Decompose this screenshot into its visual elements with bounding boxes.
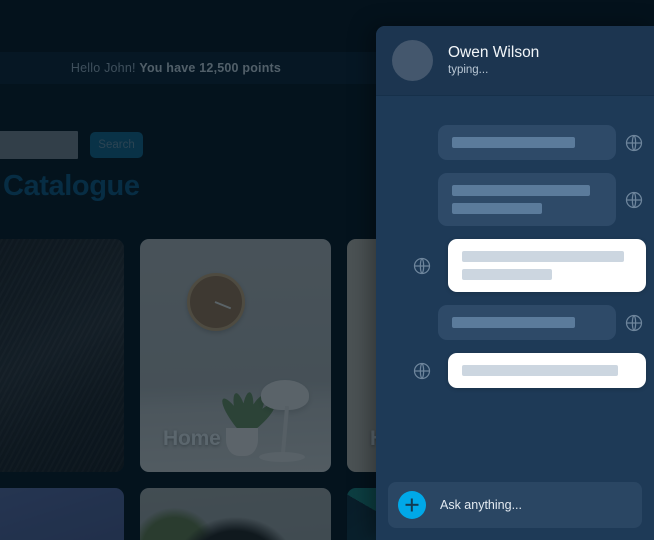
lamp-decor	[259, 452, 305, 462]
greeting-points: You have 12,500 points	[139, 61, 282, 75]
skeleton-line	[462, 251, 624, 262]
globe-icon[interactable]	[624, 313, 644, 333]
chat-bubble[interactable]	[438, 173, 616, 226]
chat-bubble[interactable]	[438, 125, 616, 160]
skeleton-line	[452, 185, 590, 196]
chat-bubble[interactable]	[448, 239, 646, 292]
pot-decor	[226, 428, 258, 456]
chat-message-row	[386, 353, 646, 388]
globe-icon[interactable]	[412, 256, 432, 276]
globe-icon[interactable]	[624, 190, 644, 210]
card-image-row2-2	[140, 488, 331, 540]
card-row2-1[interactable]	[0, 488, 124, 540]
skeleton-line	[462, 269, 552, 280]
avatar[interactable]	[392, 40, 433, 81]
chat-input[interactable]	[438, 497, 632, 513]
card-image-row2-1	[0, 488, 124, 540]
card-apparel[interactable]	[0, 239, 124, 472]
skeleton-line	[462, 365, 618, 376]
clock-decor	[187, 273, 245, 331]
greeting-prefix: Hello John!	[70, 61, 140, 75]
globe-icon[interactable]	[412, 361, 432, 381]
typing-status: typing...	[448, 63, 489, 76]
card-label: Home	[163, 427, 221, 450]
chat-message-row	[386, 305, 644, 340]
chat-message-list[interactable]	[376, 97, 654, 480]
skeleton-line	[452, 137, 575, 148]
skeleton-line	[452, 203, 542, 214]
chat-header: Owen Wilson typing...	[376, 26, 654, 96]
chat-panel: Owen Wilson typing...	[376, 26, 654, 540]
skeleton-line	[452, 317, 575, 328]
card-home[interactable]: Home	[140, 239, 331, 472]
chat-composer	[388, 482, 642, 528]
card-row2-2[interactable]	[140, 488, 331, 540]
chat-message-row	[386, 173, 644, 226]
app-root: Hello John! You have 12,500 points Searc…	[0, 0, 654, 540]
globe-icon[interactable]	[624, 133, 644, 153]
chat-message-row	[386, 239, 646, 292]
chat-bubble[interactable]	[448, 353, 646, 388]
add-attachment-button[interactable]	[398, 491, 426, 519]
search-row: Search	[0, 131, 143, 159]
search-button[interactable]: Search	[90, 132, 143, 158]
search-input[interactable]	[0, 131, 78, 159]
chat-message-row	[386, 125, 644, 160]
greeting-text: Hello John! You have 12,500 points	[71, 61, 281, 75]
chat-header-text: Owen Wilson typing...	[448, 44, 539, 78]
lamp-decor	[280, 405, 290, 455]
card-image-apparel	[0, 239, 124, 472]
chat-bubble[interactable]	[438, 305, 616, 340]
page-title: Catalogue	[3, 170, 140, 202]
contact-name: Owen Wilson	[448, 43, 540, 61]
